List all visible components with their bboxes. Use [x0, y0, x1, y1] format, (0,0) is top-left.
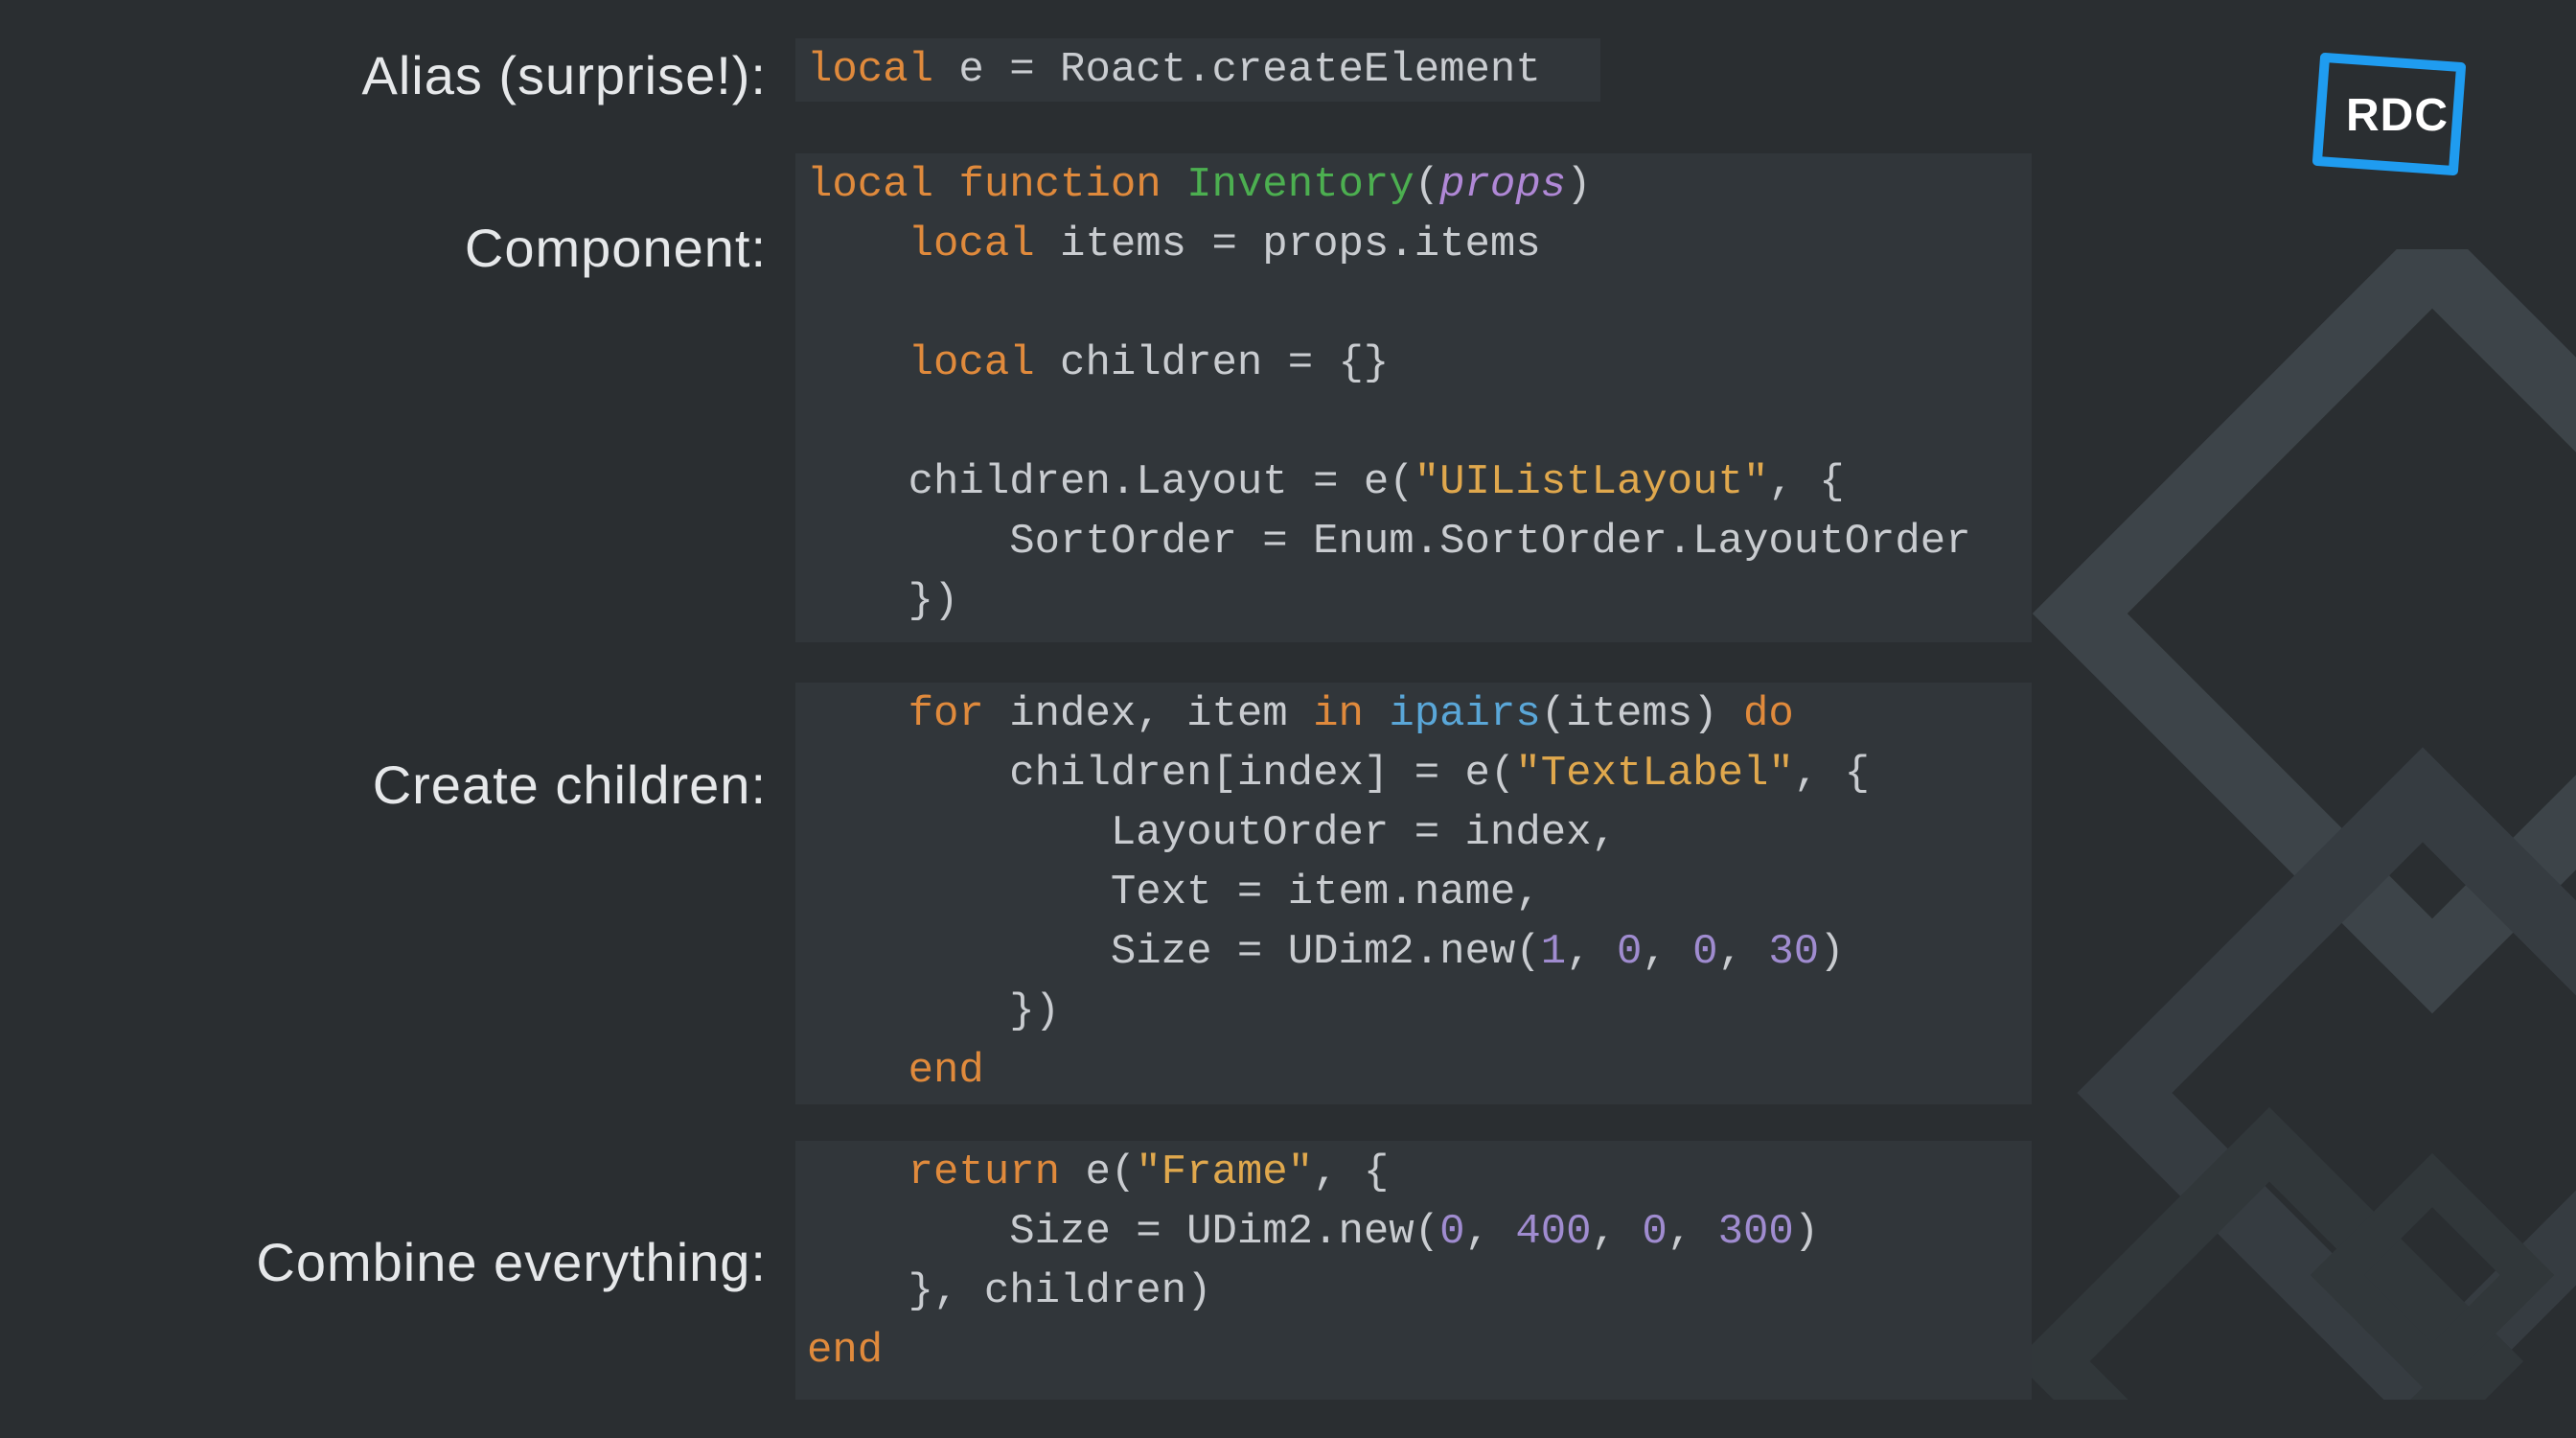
code-token: ,	[1642, 928, 1692, 976]
code-token: , {	[1794, 750, 1870, 798]
code-token: }, children)	[908, 1267, 1212, 1315]
code-token: , {	[1768, 458, 1844, 506]
code-token: 400	[1515, 1208, 1591, 1256]
slide: Alias (surprise!): local e = Roact.creat…	[0, 0, 2576, 1438]
code-token: local	[807, 161, 933, 209]
code-token: ,	[1566, 928, 1617, 976]
code-token: ipairs	[1389, 690, 1540, 738]
code-token	[807, 1267, 908, 1315]
code-token	[807, 809, 1111, 857]
code-token: ,	[1592, 1208, 1643, 1256]
code-token: )	[1794, 1208, 1819, 1256]
code-token: index, item	[984, 690, 1313, 738]
code-token: 300	[1718, 1208, 1794, 1256]
code-token	[807, 220, 908, 268]
code-token: children.Layout = e(	[908, 458, 1414, 506]
code-token: ,	[1465, 1208, 1516, 1256]
code-token	[807, 458, 908, 506]
code-token: items = props.items	[1035, 220, 1541, 268]
code-token	[807, 1208, 1009, 1256]
code-token: LayoutOrder = index,	[1111, 809, 1617, 857]
code-token: )	[1819, 928, 1844, 976]
code-token: Text = item.name,	[1111, 869, 1541, 916]
code-token: local	[908, 339, 1035, 387]
code-token: props	[1439, 161, 1566, 209]
code-token: return	[908, 1148, 1060, 1196]
code-token: 0	[1692, 928, 1717, 976]
code-token: ,	[1668, 1208, 1718, 1256]
label-combine-everything: Combine everything:	[0, 1231, 767, 1293]
code-token	[933, 161, 958, 209]
code-token: "TextLabel"	[1515, 750, 1793, 798]
code-token	[1162, 161, 1186, 209]
code-token	[807, 1047, 908, 1095]
code-token	[1364, 690, 1389, 738]
code-children-block: for index, item in ipairs(items) do chil…	[795, 683, 2032, 1104]
code-component-block: local function Inventory(props) local it…	[795, 153, 2032, 642]
code-token: Inventory	[1186, 161, 1414, 209]
code-token: end	[807, 1327, 883, 1375]
code-token: Size = UDim2.new(	[1009, 1208, 1439, 1256]
code-token	[807, 577, 908, 625]
code-token: children[index] = e(	[1009, 750, 1515, 798]
code-token: ,	[1718, 928, 1769, 976]
code-token	[807, 1148, 908, 1196]
code-token	[807, 928, 1111, 976]
code-token	[807, 339, 908, 387]
code-token: in	[1313, 690, 1364, 738]
code-token: "UIListLayout"	[1414, 458, 1769, 506]
code-token: 1	[1541, 928, 1566, 976]
code-token: 0	[1642, 1208, 1667, 1256]
code-token: "Frame"	[1136, 1148, 1313, 1196]
code-token: e = Roact.createElement	[933, 46, 1541, 94]
code-token: end	[908, 1047, 984, 1095]
code-alias-block: local e = Roact.createElement	[795, 38, 1600, 102]
code-token	[807, 518, 1009, 566]
code-token: )	[1566, 161, 1591, 209]
code-token: for	[908, 690, 984, 738]
code-token	[807, 690, 908, 738]
code-token: SortOrder = Enum.SortOrder.LayoutOrder	[1009, 518, 1970, 566]
label-create-children: Create children:	[0, 754, 767, 816]
code-token: })	[1009, 987, 1060, 1035]
code-token	[807, 869, 1111, 916]
code-token: local	[908, 220, 1035, 268]
code-token: do	[1743, 690, 1794, 738]
code-token: local	[807, 46, 933, 94]
code-token: 30	[1768, 928, 1819, 976]
code-token: e(	[1060, 1148, 1136, 1196]
code-token: (items)	[1541, 690, 1743, 738]
code-token: children = {}	[1035, 339, 1390, 387]
code-combine-block: return e("Frame", { Size = UDim2.new(0, …	[795, 1141, 2032, 1400]
code-token	[807, 750, 1009, 798]
code-token: , {	[1313, 1148, 1389, 1196]
label-component: Component:	[0, 217, 767, 279]
code-token	[807, 987, 1009, 1035]
code-token: Size = UDim2.new(	[1111, 928, 1541, 976]
label-alias: Alias (surprise!):	[0, 44, 767, 106]
code-token: 0	[1617, 928, 1642, 976]
code-token: 0	[1439, 1208, 1464, 1256]
code-token: function	[958, 161, 1161, 209]
code-token: (	[1414, 161, 1439, 209]
code-token: })	[908, 577, 959, 625]
